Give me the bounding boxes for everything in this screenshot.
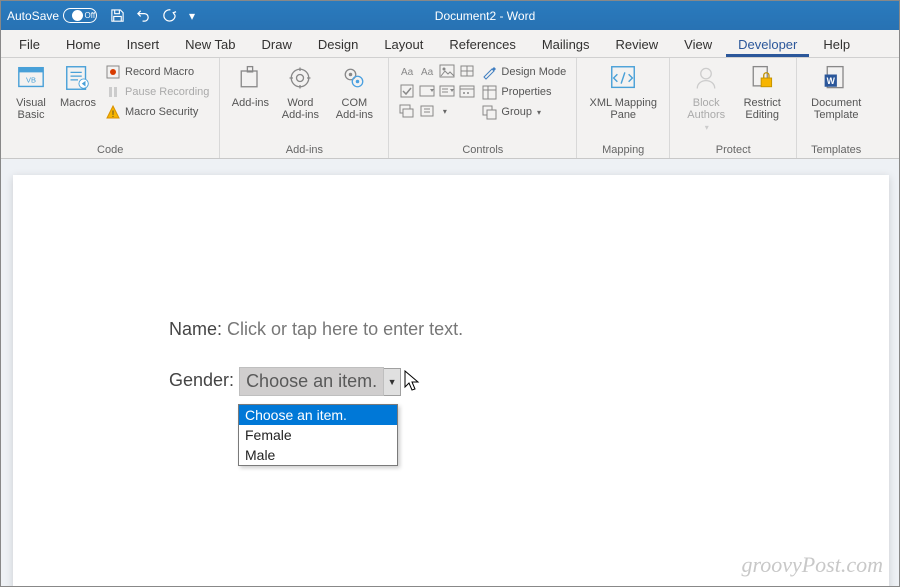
tab-newtab[interactable]: New Tab — [173, 33, 247, 57]
tab-mailings[interactable]: Mailings — [530, 33, 602, 57]
title-bar: AutoSave Off ▾ Document2 - Word — [1, 1, 899, 30]
save-icon[interactable] — [109, 8, 125, 24]
group-controls: Aa Aa ▾ Design Mode — [389, 58, 577, 158]
window-title: Document2 - Word — [197, 9, 773, 23]
undo-icon[interactable] — [135, 8, 151, 24]
dropdown-value[interactable]: Choose an item. — [239, 367, 384, 396]
design-mode-button[interactable]: Design Mode — [481, 64, 566, 80]
toggle-off-icon: Off — [63, 8, 97, 23]
properties-button[interactable]: Properties — [481, 84, 566, 100]
group-label-mapping: Mapping — [602, 144, 644, 156]
document-workspace: Name: Click or tap here to enter text. G… — [1, 159, 899, 586]
tab-review[interactable]: Review — [604, 33, 671, 57]
mouse-cursor-icon — [404, 370, 420, 392]
svg-text:W: W — [827, 76, 836, 86]
tab-view[interactable]: View — [672, 33, 724, 57]
design-mode-icon — [481, 64, 497, 80]
word-addins-icon — [284, 62, 316, 94]
tab-developer[interactable]: Developer — [726, 33, 809, 57]
group-label-protect: Protect — [716, 144, 751, 156]
redo-icon[interactable] — [161, 8, 177, 24]
tab-insert[interactable]: Insert — [115, 33, 172, 57]
record-macro-button[interactable]: Record Macro — [105, 64, 209, 80]
control-legacy-icon[interactable] — [419, 104, 435, 118]
tab-layout[interactable]: Layout — [372, 33, 435, 57]
macros-button[interactable]: Macros — [57, 62, 99, 121]
tab-design[interactable]: Design — [306, 33, 370, 57]
control-plaintext-icon[interactable]: Aa — [419, 64, 435, 78]
name-placeholder[interactable]: Click or tap here to enter text. — [227, 319, 463, 339]
visual-basic-icon: VB — [15, 62, 47, 94]
control-repeating-icon[interactable] — [399, 104, 415, 118]
quick-access-toolbar: ▾ — [109, 8, 197, 24]
control-buildingblock-icon[interactable] — [459, 64, 475, 78]
dropdown-button[interactable]: ▼ — [384, 368, 401, 396]
tab-help[interactable]: Help — [811, 33, 862, 57]
tab-draw[interactable]: Draw — [250, 33, 304, 57]
record-macro-icon — [105, 64, 121, 80]
xml-mapping-icon — [607, 62, 639, 94]
document-page[interactable]: Name: Click or tap here to enter text. G… — [13, 175, 889, 586]
addins-icon — [234, 62, 266, 94]
macros-icon — [62, 62, 94, 94]
group-icon — [481, 104, 497, 120]
document-template-button[interactable]: W Document Template — [807, 62, 865, 121]
group-label-code: Code — [97, 144, 123, 156]
watermark: groovyPost.com — [741, 552, 883, 578]
svg-text:VB: VB — [26, 76, 36, 85]
dropdown-option[interactable]: Choose an item. — [239, 405, 397, 425]
visual-basic-button[interactable]: VB Visual Basic — [11, 62, 51, 121]
ribbon: VB Visual Basic Macros Record Macro Paus… — [1, 58, 899, 159]
group-protect: Block Authors▾ Restrict Editing Protect — [670, 58, 797, 158]
control-richtext-icon[interactable]: Aa — [399, 64, 415, 78]
gender-label: Gender: — [169, 370, 234, 390]
dropdown-option[interactable]: Male — [239, 445, 397, 465]
control-dropdown-icon[interactable] — [439, 84, 455, 98]
autosave-toggle[interactable]: AutoSave Off — [7, 8, 97, 23]
control-combobox-icon[interactable] — [419, 84, 435, 98]
autosave-label: AutoSave — [7, 9, 59, 23]
tab-references[interactable]: References — [437, 33, 527, 57]
qat-customize-icon[interactable]: ▾ — [187, 8, 197, 24]
chevron-down-icon: ▼ — [388, 377, 397, 387]
macro-security-button[interactable]: !Macro Security — [105, 104, 209, 120]
addins-button[interactable]: Add-ins — [230, 62, 270, 121]
restrict-editing-button[interactable]: Restrict Editing — [738, 62, 786, 133]
group-button[interactable]: Group▾ — [481, 104, 566, 120]
group-templates: W Document Template Templates — [797, 58, 875, 158]
control-legacy-caret[interactable]: ▾ — [439, 104, 449, 118]
name-field-line: Name: Click or tap here to enter text. — [169, 319, 463, 340]
word-addins-button[interactable]: Word Add-ins — [276, 62, 324, 121]
com-addins-icon — [338, 62, 370, 94]
group-addins: Add-ins Word Add-ins COM Add-ins Add-ins — [220, 58, 389, 158]
svg-text:!: ! — [112, 109, 115, 119]
ribbon-tabs: File Home Insert New Tab Draw Design Lay… — [1, 30, 899, 58]
com-addins-button[interactable]: COM Add-ins — [330, 62, 378, 121]
block-authors-icon — [690, 62, 722, 94]
xml-mapping-button[interactable]: XML Mapping Pane — [587, 62, 659, 121]
svg-text:Aa: Aa — [401, 67, 414, 78]
warning-icon: ! — [105, 104, 121, 120]
pause-recording-button: Pause Recording — [105, 84, 209, 100]
block-authors-button: Block Authors▾ — [680, 62, 732, 133]
restrict-editing-icon — [746, 62, 778, 94]
gender-field-line: Gender: Choose an item. ▼ Choose an item… — [169, 366, 463, 395]
svg-text:Aa: Aa — [421, 67, 434, 78]
group-label-templates: Templates — [811, 144, 861, 156]
name-label: Name: — [169, 319, 222, 339]
document-template-icon: W — [820, 62, 852, 94]
group-code: VB Visual Basic Macros Record Macro Paus… — [1, 58, 220, 158]
tab-file[interactable]: File — [7, 33, 52, 57]
group-mapping: XML Mapping Pane Mapping — [577, 58, 670, 158]
control-datepicker-icon[interactable] — [459, 84, 475, 98]
properties-icon — [481, 84, 497, 100]
pause-icon — [105, 84, 121, 100]
control-picture-icon[interactable] — [439, 64, 455, 78]
tab-home[interactable]: Home — [54, 33, 113, 57]
control-checkbox-icon[interactable] — [399, 84, 415, 98]
dropdown-option[interactable]: Female — [239, 425, 397, 445]
group-label-addins: Add-ins — [286, 144, 323, 156]
group-label-controls: Controls — [462, 144, 503, 156]
dropdown-list: Choose an item. Female Male — [238, 404, 398, 466]
